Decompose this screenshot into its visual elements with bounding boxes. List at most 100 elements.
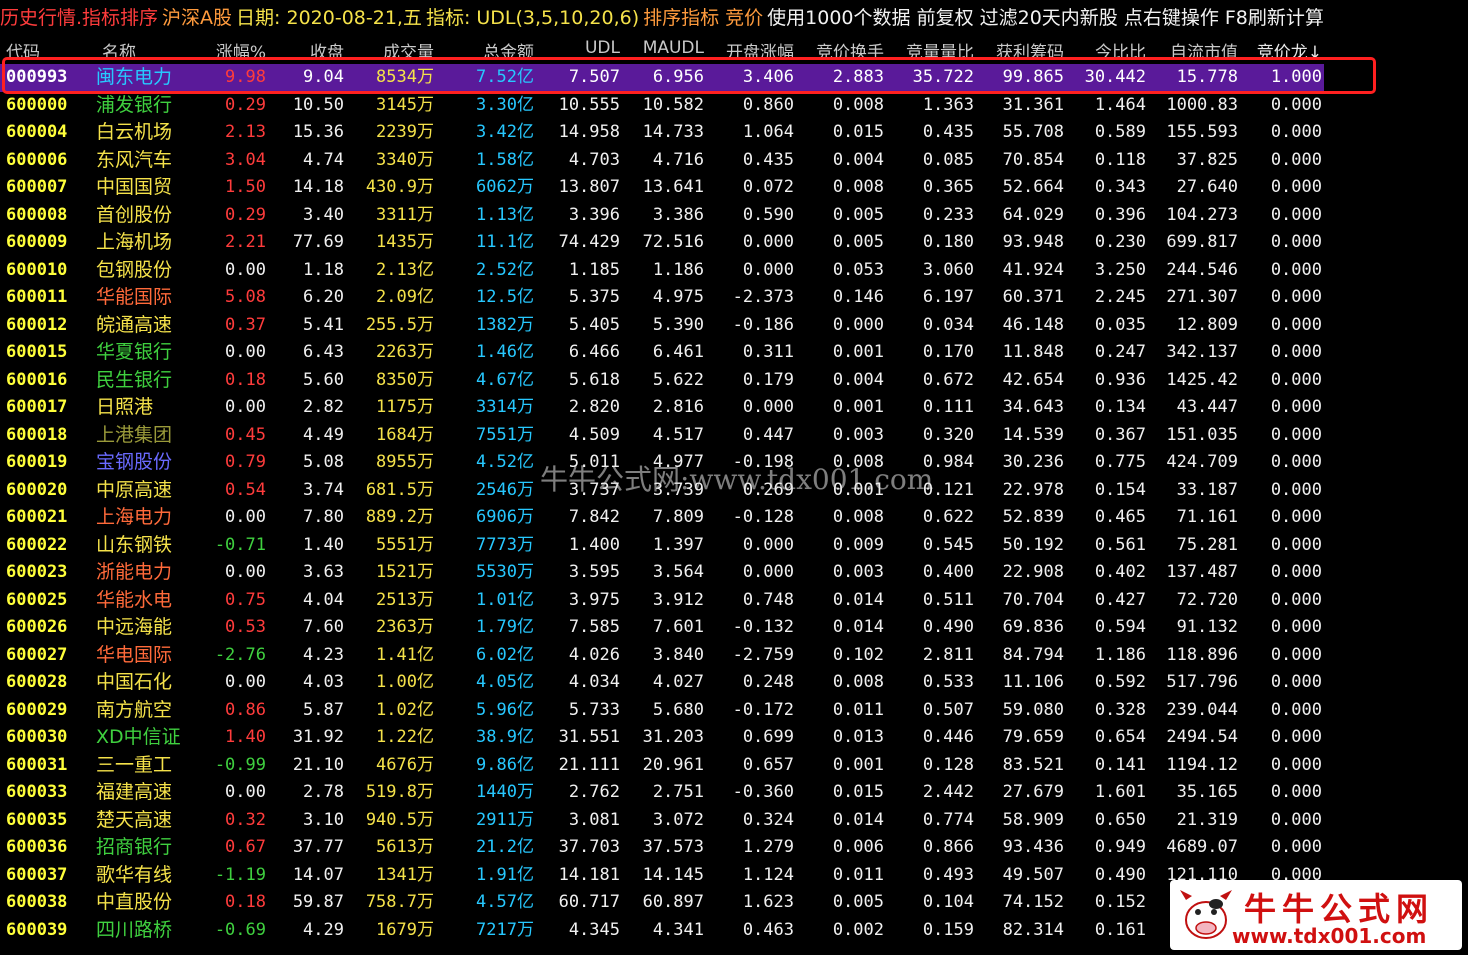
close-price: 4.49 xyxy=(303,424,344,445)
change-percent: 0.18 xyxy=(225,892,266,912)
amount: 1.79亿 xyxy=(476,617,534,637)
indicator-value: 1425.42 xyxy=(1166,369,1238,390)
column-header-cell[interactable]: UDL xyxy=(540,38,620,58)
table-row[interactable]: 600030 XD中信证 1.40 31.92 1.22亿 38.9亿 31.551 31.2… xyxy=(0,724,1468,752)
selection-highlight-box xyxy=(2,57,1376,94)
table-row[interactable]: 600035 楚天高速 0.32 3.10 940.5万 2911万 3.081 3.072 0… xyxy=(0,807,1468,835)
table-row[interactable]: 600022 山东钢铁 -0.71 1.40 5551万 7773万 1.400 1.397 0… xyxy=(0,532,1468,560)
indicator-value: 0.463 xyxy=(742,919,794,940)
stock-name: 山东钢铁 xyxy=(96,533,173,556)
indicator-value: 0.000 xyxy=(1270,562,1322,582)
indicator-value: 0.005 xyxy=(832,892,884,912)
change-percent: 0.67 xyxy=(225,837,266,857)
indicator-value: 37.825 xyxy=(1176,149,1238,170)
indicator-value: 0.654 xyxy=(1094,727,1146,747)
volume: 1435万 xyxy=(376,232,434,252)
table-row[interactable]: 600036 招商银行 0.67 37.77 5613万 21.2亿 37.703 37.57… xyxy=(0,834,1468,862)
volume: 2.09亿 xyxy=(376,287,434,307)
table-row[interactable]: 600010 包钢股份 0.00 1.18 2.13亿 2.52亿 1.185 1.186 0.… xyxy=(0,257,1468,285)
indicator-value: 0.000 xyxy=(1270,424,1322,445)
indicator-value: 0.507 xyxy=(922,699,974,720)
indicator-value: 1.279 xyxy=(742,837,794,857)
column-header-cell[interactable]: MAUDL xyxy=(624,38,704,58)
indicator-value: 0.000 xyxy=(1270,534,1322,555)
indicator-value: 1.186 xyxy=(1094,644,1146,665)
change-percent: 2.13 xyxy=(225,122,266,142)
indicator-value: 10.582 xyxy=(642,94,704,115)
indicator-value: 0.008 xyxy=(832,94,884,115)
indicator-value: 50.192 xyxy=(1002,534,1064,555)
indicator-value: 33.187 xyxy=(1176,479,1238,500)
indicator-value: 70.704 xyxy=(1002,589,1064,610)
indicator-value: 0.000 xyxy=(1270,617,1322,637)
change-percent: 0.53 xyxy=(225,617,266,637)
title-segment: 沪深A股 xyxy=(162,7,233,29)
volume: 8350万 xyxy=(376,369,434,390)
indicator-value: 0.247 xyxy=(1094,342,1146,362)
indicator-value: 0.320 xyxy=(922,424,974,445)
table-row[interactable]: 600006 东风汽车 3.04 4.74 3340万 1.58亿 4.703 4.716 0.… xyxy=(0,147,1468,175)
table-row[interactable]: 600021 上海电力 0.00 7.80 889.2万 6906万 7.842 7.809 -… xyxy=(0,504,1468,532)
indicator-value: 0.000 xyxy=(1270,287,1322,307)
indicator-value: 37.703 xyxy=(558,837,620,857)
table-row[interactable]: 600008 首创股份 0.29 3.40 3311万 1.13亿 3.396 3.386 0.… xyxy=(0,202,1468,230)
indicator-value: 7.809 xyxy=(652,507,704,527)
table-row[interactable]: 600007 中国国贸 1.50 14.18 430.9万 6062万 13.807 13.6… xyxy=(0,174,1468,202)
indicator-value: 5.733 xyxy=(568,699,620,720)
amount: 7773万 xyxy=(476,534,534,555)
amount: 5530万 xyxy=(476,562,534,582)
indicator-value: 239.044 xyxy=(1166,699,1238,720)
table-row[interactable]: 600031 三一重工 -0.99 21.10 4676万 9.86亿 21.111 20.9… xyxy=(0,752,1468,780)
volume: 1.02亿 xyxy=(376,699,434,720)
indicator-value: 0.003 xyxy=(832,562,884,582)
table-row[interactable]: 600023 浙能电力 0.00 3.63 1521万 5530万 3.595 3.564 0.… xyxy=(0,559,1468,587)
indicator-value: 2494.54 xyxy=(1166,727,1238,747)
indicator-value: 0.490 xyxy=(1094,864,1146,885)
change-percent: 1.40 xyxy=(225,727,266,747)
indicator-value: 0.511 xyxy=(922,589,974,610)
indicator-value: 60.371 xyxy=(1002,287,1064,307)
indicator-value: 5.680 xyxy=(652,699,704,720)
table-row[interactable]: 600027 华电国际 -2.76 4.23 1.41亿 6.02亿 4.026 3.840 -… xyxy=(0,642,1468,670)
table-row[interactable]: 600025 华能水电 0.75 4.04 2513万 1.01亿 3.975 3.912 0.… xyxy=(0,587,1468,615)
table-row[interactable]: 600011 华能国际 5.08 6.20 2.09亿 12.5亿 5.375 4.975 -2… xyxy=(0,284,1468,312)
table-row[interactable]: 600012 皖通高速 0.37 5.41 255.5万 1382万 5.405 5.390 -… xyxy=(0,312,1468,340)
table-row[interactable]: 600028 中国石化 0.00 4.03 1.00亿 4.05亿 4.034 4.027 0.… xyxy=(0,669,1468,697)
table-row[interactable]: 600004 白云机场 2.13 15.36 2239万 3.42亿 14.958 14.73… xyxy=(0,119,1468,147)
title-segment: 指标: UDL(3,5,10,20,6) xyxy=(425,7,640,29)
table-row[interactable]: 600015 华夏银行 0.00 6.43 2263万 1.46亿 6.466 6.461 0.… xyxy=(0,339,1468,367)
indicator-value: 34.643 xyxy=(1002,397,1064,417)
table-row[interactable]: 600029 南方航空 0.86 5.87 1.02亿 5.96亿 5.733 5.680 -0… xyxy=(0,697,1468,725)
indicator-value: 60.897 xyxy=(642,892,704,912)
amount: 38.9亿 xyxy=(476,727,534,747)
indicator-value: 0.000 xyxy=(1270,727,1322,747)
table-row[interactable]: 600000 浦发银行 0.29 10.50 3145万 3.30亿 10.555 10.58… xyxy=(0,92,1468,120)
table-row[interactable]: 600016 民生银行 0.18 5.60 8350万 4.67亿 5.618 5.622 0.… xyxy=(0,367,1468,395)
indicator-value: 1.064 xyxy=(742,122,794,142)
indicator-value: 118.896 xyxy=(1166,644,1238,665)
indicator-value: -2.373 xyxy=(732,287,794,307)
table-row[interactable]: 600033 福建高速 0.00 2.78 519.8万 1440万 2.762 2.751 -… xyxy=(0,779,1468,807)
stock-name: 首创股份 xyxy=(96,203,173,226)
table-row[interactable]: 600017 日照港 0.00 2.82 1175万 3314万 2.820 2.816 0.0… xyxy=(0,394,1468,422)
indicator-value: 3.912 xyxy=(652,589,704,610)
close-price: 5.60 xyxy=(303,369,344,390)
table-row[interactable]: 600009 上海机场 2.21 77.69 1435万 11.1亿 74.429 72.51… xyxy=(0,229,1468,257)
table-row[interactable]: 600018 上港集团 0.45 4.49 1684万 7551万 4.509 4.517 0.… xyxy=(0,422,1468,450)
indicator-value: 0.396 xyxy=(1094,204,1146,225)
indicator-value: 14.958 xyxy=(558,122,620,142)
indicator-value: 0.000 xyxy=(1270,837,1322,857)
change-percent: 0.00 xyxy=(225,507,266,527)
volume: 2263万 xyxy=(376,342,434,362)
close-price: 4.03 xyxy=(303,672,344,692)
close-price: 7.80 xyxy=(303,507,344,527)
close-price: 59.87 xyxy=(292,892,344,912)
stock-name: 三一重工 xyxy=(96,753,173,776)
table-row[interactable]: 600026 中远海能 0.53 7.60 2363万 1.79亿 7.585 7.601 -0… xyxy=(0,614,1468,642)
change-percent: 0.54 xyxy=(225,479,266,500)
indicator-value: 3.564 xyxy=(652,562,704,582)
indicator-value: 0.118 xyxy=(1094,149,1146,170)
indicator-value: 0.365 xyxy=(922,177,974,197)
indicator-value: 35.165 xyxy=(1176,782,1238,802)
change-percent: 0.45 xyxy=(225,424,266,445)
